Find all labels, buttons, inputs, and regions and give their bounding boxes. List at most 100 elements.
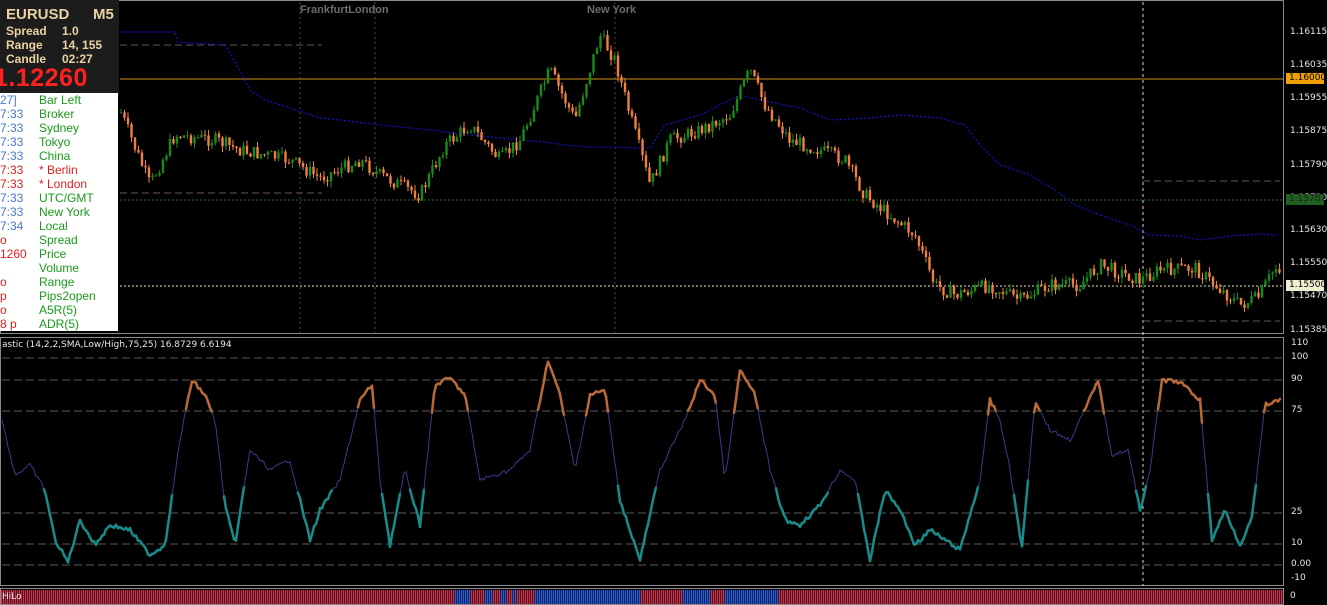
stochastic-segment [240, 485, 246, 501]
hilo-bar [1223, 590, 1225, 604]
hilo-bar [175, 590, 177, 604]
stochastic-segment [234, 524, 240, 542]
stochastic-segment [1029, 432, 1033, 460]
hilo-bar [753, 590, 755, 604]
chart-canvas[interactable] [0, 0, 1327, 605]
stochastic-segment [179, 430, 183, 442]
hilo-bar [1065, 590, 1067, 604]
candle [994, 292, 998, 299]
hilo-bar [579, 590, 581, 604]
candle [644, 150, 648, 172]
candle [280, 146, 284, 155]
hilo-bar [1165, 590, 1167, 604]
candle [508, 142, 511, 159]
stochastic-segment [1011, 484, 1015, 496]
candle [931, 268, 935, 285]
candle [592, 54, 595, 76]
hilo-bar [1215, 590, 1217, 604]
hilo-bar [335, 590, 337, 604]
hilo-bar [395, 590, 397, 604]
hilo-bar [997, 590, 999, 604]
session-name: China [39, 149, 71, 163]
candle [851, 164, 854, 172]
candle [410, 185, 413, 195]
candle [746, 69, 749, 83]
session-row: p Pips2open [0, 289, 118, 303]
session-name: Sydney [39, 121, 80, 135]
hilo-bar [1171, 590, 1173, 604]
hilo-bar [245, 590, 247, 604]
hilo-bar [675, 590, 677, 604]
hilo-bar [447, 590, 449, 604]
session-time: p [0, 289, 7, 303]
stochastic-segment [1252, 483, 1258, 501]
candle [301, 160, 305, 171]
stochastic-segment [471, 432, 475, 447]
hilo-bar [1117, 590, 1119, 604]
hilo-bar [691, 590, 693, 604]
hilo-bar [471, 590, 473, 604]
hilo-bar [551, 590, 553, 604]
candle [266, 150, 270, 160]
hilo-bar [93, 590, 95, 604]
hilo-bar [1055, 590, 1057, 604]
hilo-bar [157, 590, 159, 604]
hilo-bar [545, 590, 547, 604]
candle [525, 123, 529, 131]
stochastic-segment [222, 494, 228, 510]
hilo-bar [957, 590, 959, 604]
candle [361, 159, 364, 171]
hilo-bar [269, 590, 271, 604]
hilo-bar [553, 590, 555, 604]
candle [686, 126, 690, 141]
hilo-bar [51, 590, 53, 604]
hilo-bar [295, 590, 297, 604]
hilo-bar [431, 590, 433, 604]
candle [623, 77, 627, 96]
candle [858, 175, 861, 192]
hilo-bar [419, 590, 421, 604]
candle [193, 134, 196, 149]
hilo-bar [1007, 590, 1009, 604]
hilo-bar [289, 590, 291, 604]
hilo-bar [99, 590, 101, 604]
hilo-bar [897, 590, 899, 604]
hilo-bar [953, 590, 955, 604]
candle [627, 89, 630, 115]
hilo-bar [73, 590, 75, 604]
stochastic-segment [862, 528, 868, 540]
hilo-bar [899, 590, 901, 604]
stochastic-segment [1206, 492, 1212, 518]
stochastic-segment [657, 467, 661, 479]
hilo-bar [1123, 590, 1125, 604]
candle [189, 133, 193, 147]
hilo-bar [993, 590, 995, 604]
candle [1180, 257, 1183, 267]
stochastic-segment [1031, 411, 1035, 434]
hilo-bar [417, 590, 419, 604]
hilo-bar [275, 590, 277, 604]
hilo-bar [153, 590, 155, 604]
hilo-bar [261, 590, 263, 604]
candle [952, 284, 956, 300]
price-pane-frame [0, 0, 1284, 334]
hilo-bar [159, 590, 161, 604]
hilo-bar [1047, 590, 1049, 604]
stochastic-segment [761, 428, 765, 443]
hilo-bar [975, 590, 977, 604]
hilo-bar [185, 590, 187, 604]
oscillator-level-label: 110 [1291, 338, 1309, 348]
hilo-bar [373, 590, 375, 604]
stochastic-segment [1005, 449, 1009, 459]
session-time: 1260 [0, 247, 27, 261]
hilo-bar [231, 590, 233, 604]
stochastic-segment [255, 453, 259, 458]
oscillator-level-label: 0.00 [1291, 559, 1312, 569]
hilo-bar [767, 590, 769, 604]
candle [1089, 268, 1092, 281]
hilo-bar [177, 590, 179, 604]
stochastic-segment [624, 515, 630, 527]
stochastic-segment [388, 533, 394, 549]
candle [333, 168, 336, 175]
stochastic-segment [992, 404, 998, 413]
